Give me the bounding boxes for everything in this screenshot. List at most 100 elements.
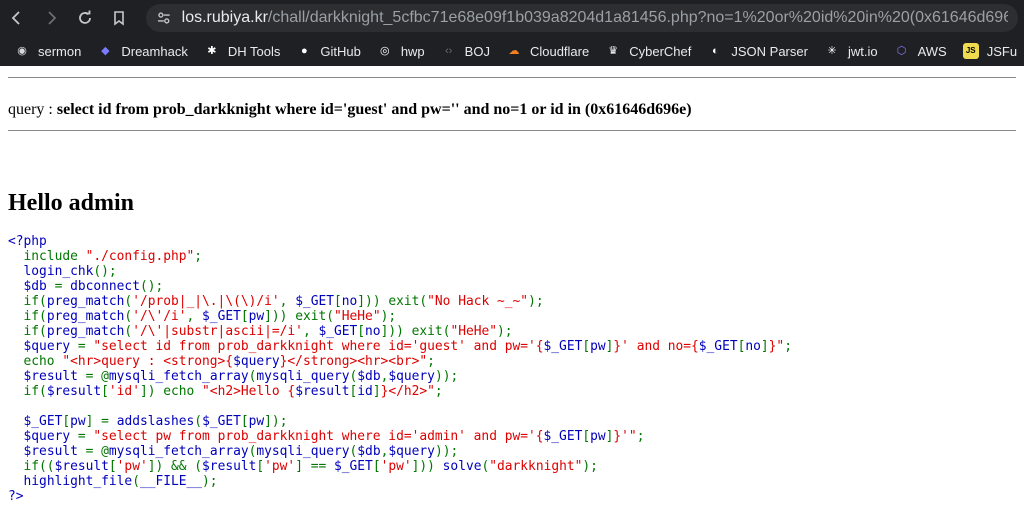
code-token: ] == — [295, 459, 334, 474]
code-token: if( — [8, 384, 47, 399]
code-token: , — [279, 294, 296, 309]
code-line: if($result['id']) echo "<h2>Hello {$resu… — [8, 384, 1016, 399]
bookmark-jwt-io[interactable]: ✳ jwt.io — [820, 36, 890, 66]
code-token: $result — [295, 384, 350, 399]
forward-arrow-icon — [48, 11, 57, 25]
code-token: dbconnect — [70, 279, 140, 294]
code-line: $db = dbconnect(); — [8, 279, 1016, 294]
code-token: echo — [8, 354, 63, 369]
code-token: login_chk — [23, 264, 94, 279]
code-token: '/prob|_|\.|\(\)/i' — [132, 294, 280, 309]
code-token: )); — [434, 369, 459, 384]
code-token: '/\'/i' — [132, 309, 187, 324]
code-token: , — [302, 324, 319, 339]
bookmark-jsfu[interactable]: JS JSFu — [959, 36, 1024, 66]
bookmark-label: sermon — [38, 43, 82, 59]
code-token: = @ — [85, 369, 109, 384]
dh-tools-icon: ✱ — [207, 44, 217, 57]
hello-heading: Hello admin — [8, 190, 135, 216]
sermon-icon: ◉ — [17, 44, 27, 57]
code-token: '/\'|substr|ascii|=/i' — [132, 324, 303, 339]
bookmark-label: AWS — [917, 43, 947, 59]
reload-icon — [79, 10, 91, 24]
code-token: no — [341, 294, 358, 309]
bookmark-boj[interactable]: ‹› BOJ — [437, 36, 502, 66]
code-token: }</h2>" — [380, 384, 435, 399]
jsfu-icon: JS — [962, 43, 979, 59]
code-token: ]) echo — [139, 384, 203, 399]
code-token: "select pw from prob_darkknight where id… — [93, 429, 544, 444]
bookmark-dreamhack[interactable]: ◆ Dreamhack — [93, 36, 199, 66]
bookmark-cloudflare[interactable]: ☁ Cloudflare — [502, 36, 601, 66]
forward-button[interactable] — [34, 0, 68, 36]
code-token: mysqli_fetch_array — [108, 444, 249, 459]
code-token: 'pw' — [116, 459, 148, 474]
code-token: ; — [636, 429, 645, 444]
query-sql: select id from prob_darkknight where id=… — [56, 101, 692, 118]
reload-button[interactable] — [68, 0, 102, 36]
code-line: <?php — [8, 234, 1016, 249]
code-token: 'id' — [108, 384, 140, 399]
hwp-icon: ◎ — [380, 44, 390, 57]
bookmark-aws[interactable]: ⬡ AWS — [890, 36, 959, 66]
cloudflare-icon: ☁ — [508, 44, 520, 57]
back-button[interactable] — [0, 0, 34, 36]
code-token: ])) — [411, 459, 443, 474]
code-token: $_GET — [543, 429, 583, 444]
url-host: los.rubiya.kr — [181, 9, 268, 26]
code-token: [ — [108, 459, 117, 474]
code-line: if(preg_match('/\'/i', $_GET[pw])) exit(… — [8, 309, 1016, 324]
code-line: if(($result['pw']) && ($result['pw'] == … — [8, 459, 1016, 474]
code-token: include — [8, 249, 86, 264]
site-info-icon[interactable] — [156, 10, 172, 26]
code-token: $query — [23, 429, 78, 444]
code-token: = — [77, 339, 94, 354]
back-arrow-icon — [11, 11, 20, 25]
code-token: if( — [8, 294, 47, 309]
bookmark-cyberchef[interactable]: ♛ CyberChef — [601, 36, 703, 66]
bookmark-label: JSFu — [986, 43, 1018, 59]
code-token: [ — [101, 384, 109, 399]
code-token: ])) exit( — [264, 309, 335, 324]
code-token: [ — [256, 459, 265, 474]
code-token: ( — [194, 414, 203, 429]
bookmark-label: CyberChef — [629, 43, 692, 59]
code-token: ] = — [85, 414, 117, 429]
json-parser-icon: ◐ — [712, 44, 719, 57]
code-token: $_GET — [202, 414, 241, 429]
url-text[interactable]: los.rubiya.kr/chall/darkknight_5cfbc71e6… — [182, 9, 1008, 27]
code-token: $query — [23, 339, 78, 354]
code-token: $_GET — [318, 324, 358, 339]
bookmark-button[interactable] — [102, 0, 136, 36]
code-token: 'pw' — [264, 459, 296, 474]
code-token: [ — [240, 309, 249, 324]
code-token: }' and no={ — [613, 339, 699, 354]
bookmark-label: BOJ — [464, 43, 490, 59]
bookmark-dh-tools[interactable]: ✱ DH Tools — [200, 36, 293, 66]
code-token: (); — [93, 264, 117, 279]
bookmark-json-parser[interactable]: ◐ JSON Parser — [703, 36, 820, 66]
code-token: [ — [240, 414, 249, 429]
bookmark-hwp[interactable]: ◎ hwp — [373, 36, 437, 66]
code-token: )); — [434, 444, 459, 459]
php-source-code: <?php include "./config.php"; login_chk(… — [8, 234, 1016, 504]
code-token: "select id from prob_darkknight where id… — [93, 339, 544, 354]
code-line: $result = @mysqli_fetch_array(mysqli_que… — [8, 369, 1016, 384]
code-token: ); — [528, 294, 544, 309]
bookmark-sermon[interactable]: ◉ sermon — [10, 36, 93, 66]
code-token: ] — [760, 339, 769, 354]
code-token: preg_match — [46, 324, 125, 339]
code-line: highlight_file(__FILE__); — [8, 474, 1016, 489]
bookmark-github[interactable]: ● GitHub — [292, 36, 372, 66]
code-line: if(preg_match('/\'|substr|ascii|=/i', $_… — [8, 324, 1016, 339]
code-line: ?> — [8, 489, 1016, 504]
bookmarks-bar: ◉ sermon ◆ Dreamhack ✱ DH Tools ● GitHub ◎ hwp ‹› B… — [0, 36, 1024, 66]
code-token: addslashes — [116, 414, 195, 429]
code-token: $db — [357, 369, 381, 384]
address-bar[interactable]: los.rubiya.kr/chall/darkknight_5cfbc71e6… — [146, 4, 1018, 32]
code-line: if(preg_match('/prob|_|\.|\(\)/i', $_GET… — [8, 294, 1016, 309]
